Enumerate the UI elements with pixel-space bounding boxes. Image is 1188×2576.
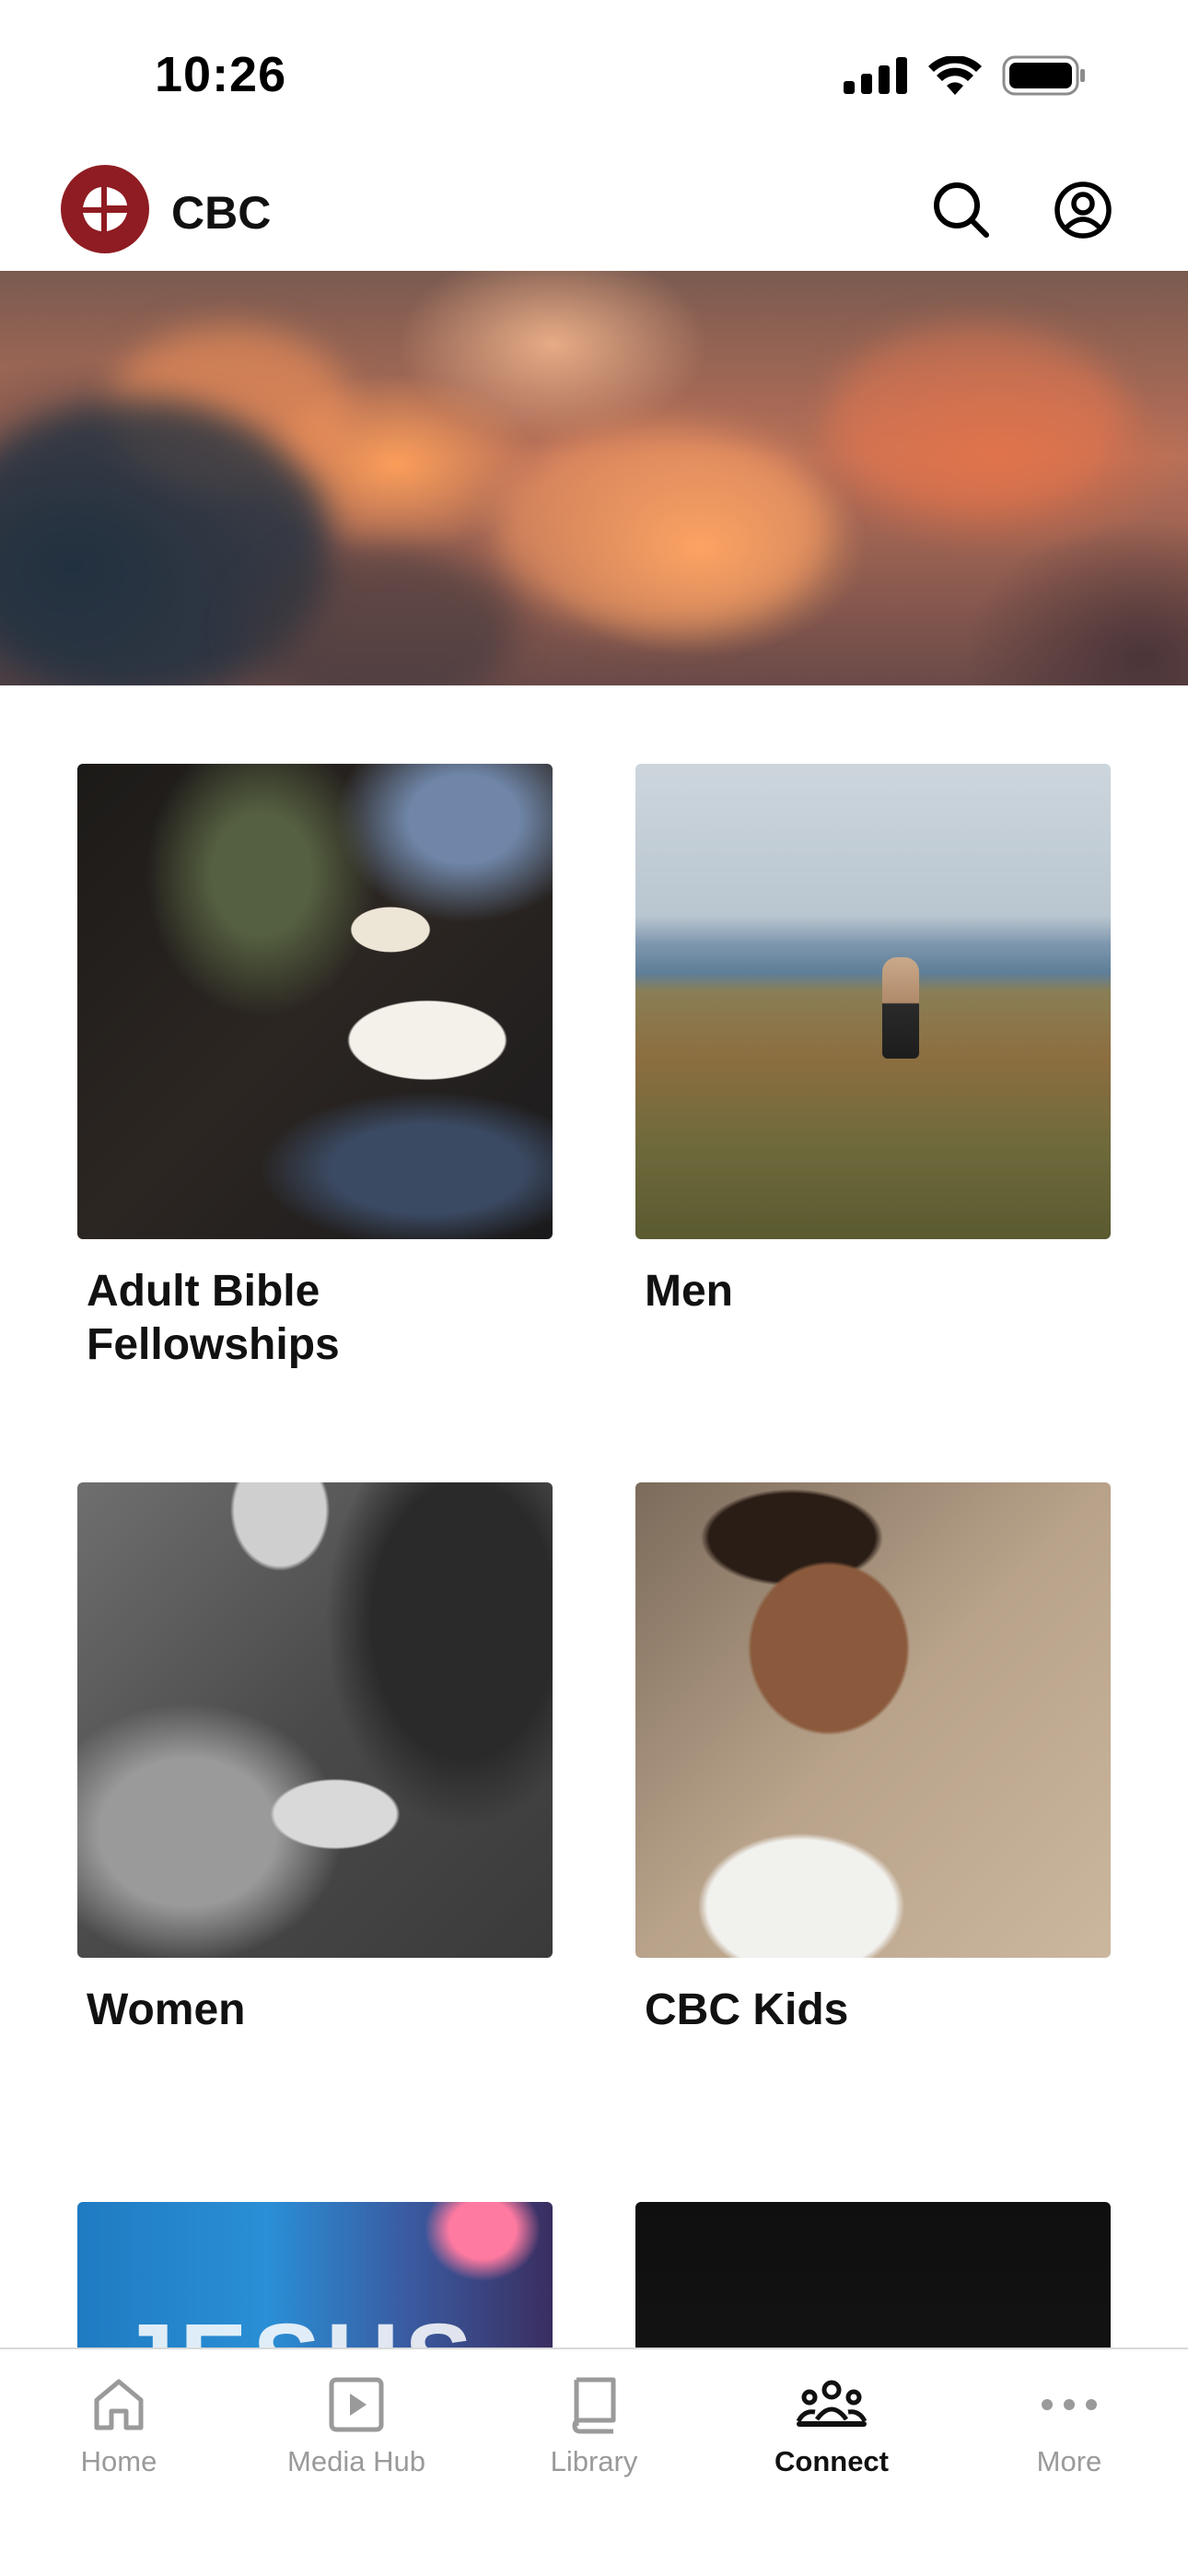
status-bar: 10:26	[0, 0, 1188, 147]
group-card-women[interactable]: Women	[77, 1482, 553, 2037]
card-image	[635, 1482, 1111, 1958]
cbc-logo-icon[interactable]	[61, 165, 149, 253]
tab-label: Connect	[775, 2445, 889, 2477]
status-time: 10:26	[155, 47, 287, 102]
tab-more[interactable]: More	[950, 2349, 1188, 2497]
status-icons	[844, 55, 1087, 96]
bottom-tab-bar: Home Media Hub Library Connect More	[0, 2348, 1188, 2576]
tab-label: Home	[80, 2445, 157, 2477]
account-button[interactable]	[1046, 173, 1120, 247]
card-image	[77, 1482, 553, 1958]
play-icon	[329, 2377, 384, 2432]
brand-name: CBC	[171, 187, 272, 239]
card-image	[635, 764, 1111, 1239]
card-title: Women	[87, 1985, 246, 2034]
app-screen: 10:26 CBC Adult Bible Fellowships Men Wo…	[0, 0, 1188, 2576]
search-button[interactable]	[925, 173, 998, 247]
search-icon	[934, 182, 989, 238]
tab-media-hub[interactable]: Media Hub	[238, 2349, 475, 2497]
home-icon	[94, 2379, 144, 2430]
group-card-men[interactable]: Men	[635, 764, 1111, 1318]
book-icon	[572, 2377, 616, 2434]
wifi-icon	[928, 56, 982, 95]
card-title: Adult Bible Fellowships	[87, 1267, 340, 1369]
group-card-adult-bible-fellowships[interactable]: Adult Bible Fellowships	[77, 764, 553, 1372]
card-title: Men	[645, 1267, 733, 1316]
person-figure	[882, 957, 919, 1059]
account-icon	[1054, 181, 1112, 239]
people-icon	[796, 2380, 868, 2427]
tab-label: Media Hub	[287, 2445, 425, 2477]
cellular-signal-icon	[844, 57, 907, 94]
card-title: CBC Kids	[645, 1985, 849, 2034]
tab-label: Library	[550, 2445, 638, 2477]
battery-icon	[1002, 55, 1085, 96]
group-card-cbc-kids[interactable]: CBC Kids	[635, 1482, 1111, 2037]
tab-label: More	[1036, 2445, 1102, 2477]
hero-banner-image	[0, 271, 1188, 685]
card-image	[77, 764, 553, 1239]
app-header: CBC	[0, 147, 1188, 271]
tab-library[interactable]: Library	[475, 2349, 713, 2497]
more-icon	[1042, 2399, 1097, 2410]
tab-home[interactable]: Home	[0, 2349, 238, 2497]
tab-connect[interactable]: Connect	[713, 2349, 950, 2497]
